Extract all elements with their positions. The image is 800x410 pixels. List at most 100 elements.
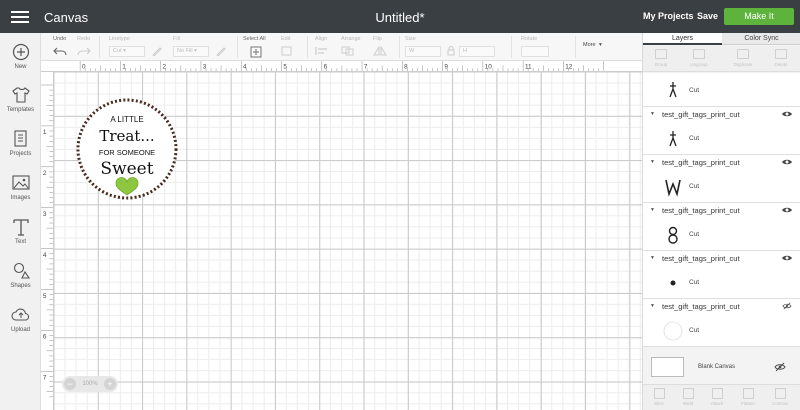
layer-header: ▼ test_gift_tags_print_cut <box>643 299 800 315</box>
make-it-button[interactable]: Make It <box>724 8 794 25</box>
sidebar-item-new[interactable]: New <box>0 43 41 70</box>
layer-sublayer[interactable]: Cut <box>643 127 800 151</box>
ruler-label: 4 <box>243 63 247 70</box>
slice-button[interactable]: Slice <box>646 388 672 406</box>
group-label: Group <box>654 62 668 67</box>
attach-button[interactable]: Attach <box>704 388 730 406</box>
height-input[interactable]: H <box>459 46 495 57</box>
layer-name[interactable]: test_gift_tags_print_cut <box>662 158 740 167</box>
eye-hidden-icon[interactable] <box>774 362 786 372</box>
layer-sublayer[interactable]: Cut <box>643 319 800 343</box>
menu-icon[interactable] <box>11 11 29 23</box>
ruler-label: 8 <box>404 63 408 70</box>
layer-sublayer[interactable]: Cut <box>643 175 800 199</box>
my-projects-link[interactable]: My Projects <box>643 11 694 21</box>
redo-icon[interactable] <box>77 46 91 56</box>
blank-canvas-label: Blank Canvas <box>698 364 736 370</box>
sidebar-item-templates[interactable]: Templates <box>0 86 41 113</box>
layer-operation: Cut <box>689 231 700 238</box>
zoom-in-button[interactable]: + <box>104 378 116 390</box>
ruler-label: 1 <box>122 63 126 70</box>
arrange-group: Arrange <box>341 36 369 60</box>
sidebar-label: Images <box>10 195 31 201</box>
projects-icon <box>13 130 27 147</box>
select-all-group: Select All <box>243 36 266 60</box>
layer-name[interactable]: test_gift_tags_print_cut <box>662 110 740 119</box>
zoom-out-button[interactable]: − <box>64 378 76 390</box>
width-input[interactable]: W <box>405 46 441 57</box>
toolbar-divider <box>99 36 100 58</box>
layer-name[interactable]: test_gift_tags_print_cut <box>662 302 740 311</box>
eye-icon[interactable] <box>781 110 793 118</box>
brush-icon <box>216 47 226 56</box>
layer-name[interactable]: test_gift_tags_print_cut <box>662 254 740 263</box>
sidebar-item-shapes[interactable]: Shapes <box>0 262 41 289</box>
tab-layers[interactable]: Layers <box>643 33 722 45</box>
eye-icon[interactable] <box>781 254 793 262</box>
ruler-label: 2 <box>43 170 47 177</box>
edit-icon[interactable] <box>281 46 293 56</box>
select-all-icon[interactable] <box>250 46 262 58</box>
caret-down-icon[interactable]: ▼ <box>650 111 655 117</box>
weld-button[interactable]: Weld <box>675 388 701 406</box>
caret-down-icon[interactable]: ▼ <box>650 255 655 261</box>
layer-item[interactable]: Cut <box>643 73 800 107</box>
flip-icon[interactable] <box>373 46 387 56</box>
linetype-select[interactable]: Cut ▾ <box>109 46 145 57</box>
layer-header: ▼ test_gift_tags_print_cut <box>643 251 800 267</box>
design-canvas[interactable]: A LITTLE Treat... FOR SOMEONE Sweet <box>54 72 642 410</box>
plus-circle-icon <box>12 43 29 61</box>
lock-icon[interactable] <box>446 46 456 56</box>
duplicate-button[interactable]: Duplicate <box>729 49 757 67</box>
select-all-label: Select All <box>243 36 266 42</box>
layer-item[interactable]: ▼ test_gift_tags_print_cut Cut <box>643 251 800 299</box>
horizontal-ruler: 0 1 2 3 4 5 6 7 8 9 10 11 12 <box>41 61 642 72</box>
rotate-input[interactable] <box>521 46 549 57</box>
undo-redo-group: Undo Redo <box>51 36 91 60</box>
duplicate-label: Duplicate <box>733 62 753 67</box>
arrange-icon[interactable] <box>341 46 357 56</box>
eye-icon[interactable] <box>781 158 793 166</box>
sidebar-item-upload[interactable]: Upload <box>0 306 41 333</box>
layer-item[interactable]: ▼ test_gift_tags_print_cut Cut <box>643 155 800 203</box>
slice-label: Slice <box>654 401 664 406</box>
layer-sublayer[interactable]: Cut <box>643 223 800 247</box>
save-button[interactable]: Save <box>697 11 718 21</box>
ruler-label: 5 <box>43 293 47 300</box>
layer-item[interactable]: ▼ test_gift_tags_print_cut Cut <box>643 107 800 155</box>
layer-thumbnail <box>670 280 676 286</box>
undo-icon[interactable] <box>53 46 67 56</box>
flip-label: Flip <box>373 36 382 42</box>
tag-line-2: Treat... <box>99 127 154 145</box>
fill-select[interactable]: No Fill ▾ <box>173 46 209 57</box>
caret-down-icon[interactable]: ▼ <box>650 207 655 213</box>
sidebar-item-images[interactable]: Images <box>0 174 41 201</box>
flatten-button[interactable]: Flatten <box>735 388 761 406</box>
layer-name[interactable]: test_gift_tags_print_cut <box>662 206 740 215</box>
align-icon[interactable] <box>315 46 331 56</box>
linetype-label: Linetype <box>109 36 130 42</box>
delete-button[interactable]: Delete <box>767 49 795 67</box>
layer-thumbnail <box>668 226 678 244</box>
group-button[interactable]: Group <box>647 49 675 67</box>
linetype-value: Cut <box>113 48 122 54</box>
layer-item[interactable]: ▼ test_gift_tags_print_cut Cut <box>643 203 800 251</box>
undo-label: Undo <box>53 36 67 42</box>
blank-canvas-swatch[interactable] <box>651 357 684 377</box>
caret-down-icon[interactable]: ▼ <box>650 303 655 309</box>
ruler-label: 11 <box>525 63 532 70</box>
ungroup-button[interactable]: Ungroup <box>685 49 713 67</box>
layer-header: ▼ test_gift_tags_print_cut <box>643 155 800 171</box>
contour-button[interactable]: Contour <box>767 388 793 406</box>
gift-tag-design[interactable]: A LITTLE Treat... FOR SOMEONE Sweet <box>74 97 180 201</box>
ruler-label: 2 <box>163 63 167 70</box>
layer-item[interactable]: ▼ test_gift_tags_print_cut Cut <box>643 299 800 347</box>
tab-color-sync[interactable]: Color Sync <box>722 33 800 45</box>
ruler-label: 3 <box>203 63 207 70</box>
sidebar-item-projects[interactable]: Projects <box>0 130 41 157</box>
eye-hidden-icon[interactable] <box>781 302 793 310</box>
eye-icon[interactable] <box>781 206 793 214</box>
caret-down-icon[interactable]: ▼ <box>650 159 655 165</box>
sidebar-item-text[interactable]: Text <box>0 218 41 245</box>
layer-sublayer[interactable]: Cut <box>643 271 800 295</box>
